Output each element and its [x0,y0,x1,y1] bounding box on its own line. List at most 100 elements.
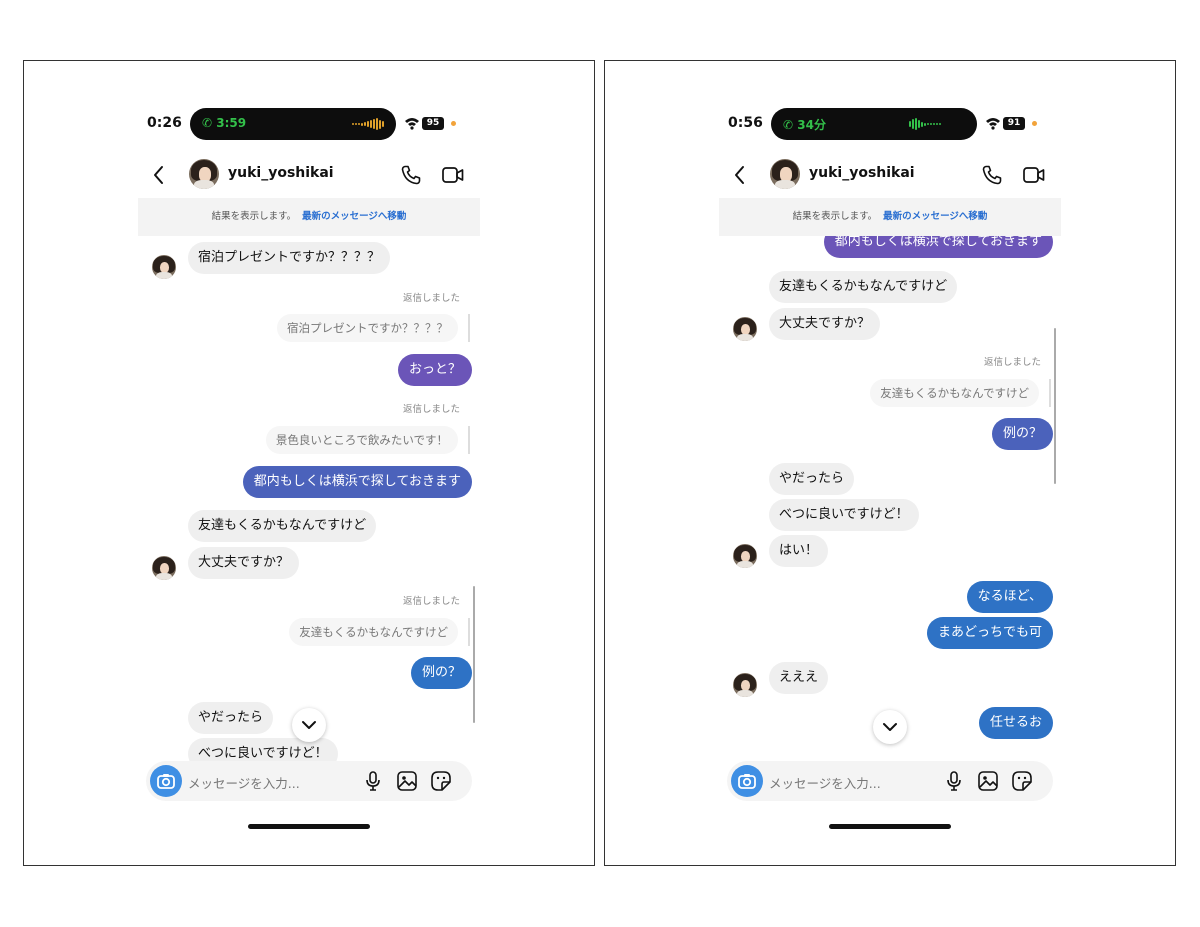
camera-icon [738,774,756,789]
message-list[interactable]: 宿泊プレゼントですか？？？？ 返信しました 宿泊プレゼントですか？？？？ おっと… [138,236,480,761]
battery-indicator: 91 [1003,117,1025,130]
quoted-message[interactable]: 宿泊プレゼントですか？？？？ [277,314,458,342]
chat-username[interactable]: yuki_yoshikai [809,165,915,181]
incoming-message[interactable]: 大丈夫ですか？ [188,547,300,579]
replied-label: 返信しました [402,293,460,304]
microphone-icon[interactable] [362,770,384,792]
incoming-message[interactable]: 宿泊プレゼントですか？？？？ [188,242,391,274]
sticker-icon[interactable] [430,770,452,792]
outgoing-message[interactable]: 任せるお [978,707,1053,739]
chevron-down-icon [302,721,316,729]
call-duration: 34分 [797,118,826,132]
scrollbar[interactable] [473,586,475,723]
chat-header: yuki_yoshikai [138,155,480,195]
outgoing-message[interactable]: おっと？ [397,354,472,386]
message-avatar[interactable] [733,673,757,697]
quote-bar [1049,379,1051,407]
battery-indicator: 95 [422,117,444,130]
quoted-message[interactable]: 友達もくるかもなんですけど [870,379,1039,407]
camera-button[interactable] [731,765,763,797]
phone-call-icon: ✆ [783,118,794,132]
incoming-message[interactable]: やだったら [188,702,274,734]
call-duration: 3:59 [216,116,247,130]
audio-waveform-icon [348,118,384,130]
incoming-message[interactable]: 友達もくるかもなんですけど [188,510,377,542]
voice-call-icon[interactable] [981,164,1003,186]
dynamic-island-call[interactable]: ✆ 34分 [771,108,977,140]
gallery-icon[interactable] [396,770,418,792]
message-input[interactable]: メッセージを入力... [769,773,881,792]
quote-bar [468,426,470,454]
message-input[interactable]: メッセージを入力... [188,773,300,792]
scroll-to-bottom-button[interactable] [873,710,907,744]
screenshot-panel-left: 0:26 ✆ 3:59 95 yuki_yoshikai 結果を表示します。 最新… [23,60,595,866]
message-list[interactable]: 都内もしくは横浜で探しておきます 友達もくるかもなんですけど 大丈夫ですか？ 返… [719,236,1061,761]
search-results-banner: 結果を表示します。 最新のメッセージへ移動 [138,198,480,236]
incoming-message[interactable]: べつに良いですけど！ [188,738,338,761]
home-indicator[interactable] [248,824,370,829]
message-avatar[interactable] [733,544,757,568]
incoming-message[interactable]: えええ [769,662,829,694]
incoming-message[interactable]: やだったら [769,463,855,495]
message-input-bar: メッセージを入力... [727,761,1053,801]
wifi-icon [405,118,419,130]
replied-label: 返信しました [402,596,460,607]
outgoing-message[interactable]: まあどっちでも可 [926,617,1053,649]
search-results-banner: 結果を表示します。 最新のメッセージへ移動 [719,198,1061,236]
phone-screen: 0:56 ✆ 34分 91 yuki_yoshikai 結果を表示します。 最新の… [719,101,1061,841]
camera-button[interactable] [150,765,182,797]
chat-username[interactable]: yuki_yoshikai [228,165,334,181]
jump-to-latest-link[interactable]: 最新のメッセージへ移動 [883,211,987,222]
phone-screen: 0:26 ✆ 3:59 95 yuki_yoshikai 結果を表示します。 最新… [138,101,480,841]
audio-waveform-icon [905,118,941,130]
screenshot-panel-right: 0:56 ✆ 34分 91 yuki_yoshikai 結果を表示します。 最新の… [604,60,1176,866]
jump-to-latest-link[interactable]: 最新のメッセージへ移動 [302,211,406,222]
outgoing-message[interactable]: なるほど、 [966,581,1053,613]
phone-call-icon: ✆ [202,116,213,130]
privacy-dot-indicator [451,121,456,126]
back-chevron-icon[interactable] [150,164,168,186]
banner-text: 結果を表示します。 [792,211,878,222]
incoming-message[interactable]: はい！ [769,535,829,567]
status-time: 0:56 [728,115,763,131]
replied-label: 返信しました [983,357,1041,368]
incoming-message[interactable]: 友達もくるかもなんですけど [769,271,958,303]
quote-bar [468,618,470,646]
status-bar: 0:26 ✆ 3:59 95 [138,107,480,141]
status-bar: 0:56 ✆ 34分 91 [719,107,1061,141]
microphone-icon[interactable] [943,770,965,792]
wifi-icon [986,118,1000,130]
quote-bar [468,314,470,342]
outgoing-message[interactable]: 都内もしくは横浜で探しておきます [242,466,472,498]
video-call-icon[interactable] [441,165,465,185]
incoming-message[interactable]: べつに良いですけど！ [769,499,919,531]
gallery-icon[interactable] [977,770,999,792]
chevron-down-icon [883,723,897,731]
message-avatar[interactable] [152,255,176,279]
outgoing-message[interactable]: 例の？ [991,418,1053,450]
message-avatar[interactable] [733,317,757,341]
incoming-message[interactable]: 大丈夫ですか？ [769,308,881,340]
quoted-message[interactable]: 友達もくるかもなんですけど [289,618,458,646]
outgoing-message[interactable]: 都内もしくは横浜で探しておきます [823,236,1053,258]
avatar[interactable] [189,159,219,189]
scroll-to-bottom-button[interactable] [292,708,326,742]
banner-text: 結果を表示します。 [211,211,297,222]
outgoing-message[interactable]: 例の？ [410,657,472,689]
chat-header: yuki_yoshikai [719,155,1061,195]
replied-label: 返信しました [402,404,460,415]
voice-call-icon[interactable] [400,164,422,186]
privacy-dot-indicator [1032,121,1037,126]
scrollbar[interactable] [1054,328,1056,484]
home-indicator[interactable] [829,824,951,829]
message-input-bar: メッセージを入力... [146,761,472,801]
avatar[interactable] [770,159,800,189]
video-call-icon[interactable] [1022,165,1046,185]
sticker-icon[interactable] [1011,770,1033,792]
back-chevron-icon[interactable] [731,164,749,186]
message-avatar[interactable] [152,556,176,580]
status-time: 0:26 [147,115,182,131]
camera-icon [157,774,175,789]
quoted-message[interactable]: 景色良いところで飲みたいです！ [265,426,458,454]
dynamic-island-call[interactable]: ✆ 3:59 [190,108,396,140]
